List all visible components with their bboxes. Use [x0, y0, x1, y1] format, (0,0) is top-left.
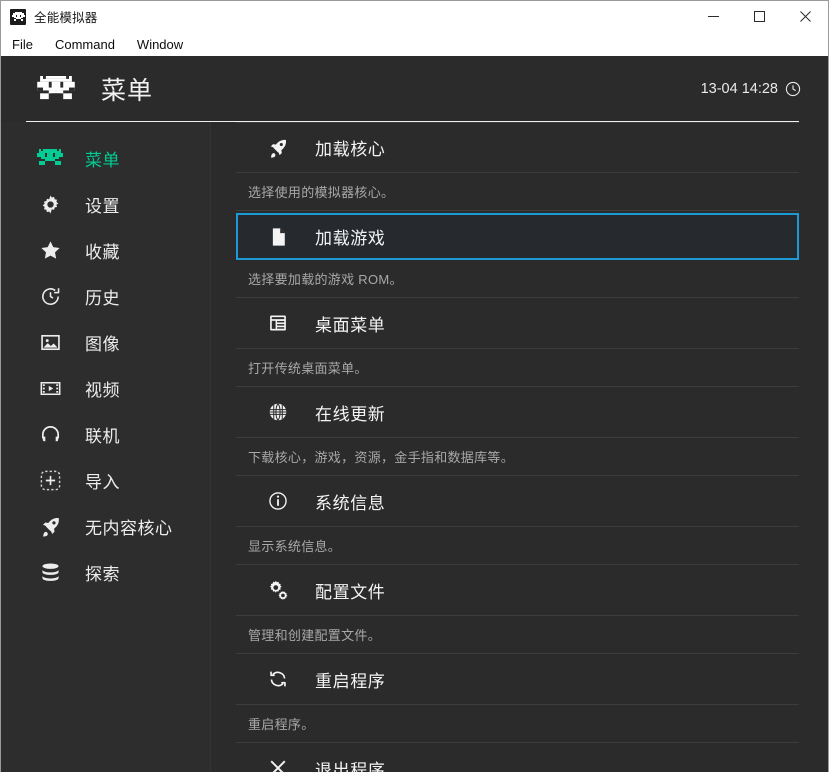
retroarch-ui: 菜单 13-04 14:28 菜单 设置 收藏 历史 图像 视频 联机 导入 无… — [1, 56, 828, 772]
sidebar-item-label: 历史 — [85, 288, 120, 308]
image-icon — [37, 329, 63, 355]
sidebar-item-label: 无内容核心 — [85, 518, 173, 538]
menu-command[interactable]: Command — [53, 36, 117, 53]
invader-icon — [10, 8, 26, 25]
sidebar-item-label: 收藏 — [85, 242, 120, 262]
window-title: 全能模拟器 — [34, 11, 98, 25]
page-title: 菜单 — [101, 77, 154, 105]
globe-icon — [266, 400, 290, 424]
entry-description: 选择要加载的游戏 ROM。 — [236, 260, 799, 298]
entry-description: 重启程序。 — [236, 705, 799, 743]
file-icon — [266, 225, 290, 249]
gears-icon — [266, 578, 290, 602]
sidebar-item-label: 联机 — [85, 426, 120, 446]
headset-icon — [37, 421, 63, 447]
menu-entry-list: 加载核心 选择使用的模拟器核心。 加载游戏 选择要加载的游戏 ROM。 桌面菜单… — [211, 122, 828, 772]
sidebar-item-netplay[interactable]: 联机 — [1, 411, 211, 457]
entry-description: 管理和创建配置文件。 — [236, 616, 799, 654]
entry-configurations[interactable]: 配置文件 — [236, 565, 799, 616]
close-button[interactable] — [782, 1, 828, 32]
title-bar: 全能模拟器 — [1, 1, 828, 32]
menu-file[interactable]: File — [10, 36, 35, 53]
header-datetime: 13-04 14:28 — [701, 81, 801, 97]
entry-load-core[interactable]: 加载核心 — [236, 122, 799, 173]
entry-desktop-menu[interactable]: 桌面菜单 — [236, 298, 799, 349]
database-icon — [37, 559, 63, 585]
list-icon — [266, 311, 290, 335]
gear-icon — [37, 191, 63, 217]
entry-restart[interactable]: 重启程序 — [236, 654, 799, 705]
sidebar-item-label: 菜单 — [85, 150, 120, 170]
add-dashed-icon — [37, 467, 63, 493]
sidebar-item-menu[interactable]: 菜单 — [1, 135, 211, 181]
window-controls — [690, 1, 828, 32]
minimize-button[interactable] — [690, 1, 736, 32]
sidebar-item-contentless-cores[interactable]: 无内容核心 — [1, 503, 211, 549]
entry-description: 选择使用的模拟器核心。 — [236, 173, 799, 211]
menu-window[interactable]: Window — [135, 36, 185, 53]
sidebar-item-label: 图像 — [85, 334, 120, 354]
maximize-button[interactable] — [736, 1, 782, 32]
sidebar-item-favorites[interactable]: 收藏 — [1, 227, 211, 273]
entry-label: 配置文件 — [315, 582, 386, 602]
entry-quit[interactable]: 退出程序 — [236, 743, 799, 772]
video-icon — [37, 375, 63, 401]
entry-load-content[interactable]: 加载游戏 — [236, 213, 799, 260]
menu-bar: File Command Window — [1, 32, 828, 56]
sidebar: 菜单 设置 收藏 历史 图像 视频 联机 导入 无内容核心 探索 — [1, 122, 211, 772]
rocket-icon — [266, 136, 290, 160]
info-icon — [266, 489, 290, 513]
datetime-label: 13-04 14:28 — [700, 81, 778, 97]
sidebar-item-images[interactable]: 图像 — [1, 319, 211, 365]
sidebar-item-settings[interactable]: 设置 — [1, 181, 211, 227]
rocket-icon — [37, 513, 63, 539]
ui-header: 菜单 13-04 14:28 — [1, 56, 828, 122]
star-icon — [37, 237, 63, 263]
entry-description: 打开传统桌面菜单。 — [236, 349, 799, 387]
entry-label: 加载核心 — [315, 140, 386, 159]
title-bar-left: 全能模拟器 — [1, 7, 98, 26]
entry-label: 桌面菜单 — [315, 315, 386, 335]
entry-online-updater[interactable]: 在线更新 — [236, 387, 799, 438]
application-window: 全能模拟器 File Command Window 菜单 13-04 14:28… — [0, 0, 829, 772]
sidebar-item-explore[interactable]: 探索 — [1, 549, 211, 595]
close-x-icon — [266, 756, 290, 772]
entry-description: 下载核心，游戏，资源，金手指和数据库等。 — [236, 438, 799, 476]
entry-label: 系统信息 — [315, 493, 386, 513]
invader-icon — [37, 76, 75, 102]
entry-label: 退出程序 — [315, 760, 386, 772]
ui-body: 菜单 设置 收藏 历史 图像 视频 联机 导入 无内容核心 探索 加载核心 选择… — [1, 122, 828, 772]
sidebar-item-label: 探索 — [85, 564, 120, 584]
sidebar-item-label: 设置 — [85, 196, 120, 216]
sidebar-item-import[interactable]: 导入 — [1, 457, 211, 503]
sidebar-item-history[interactable]: 历史 — [1, 273, 211, 319]
sidebar-item-video[interactable]: 视频 — [1, 365, 211, 411]
entry-description: 显示系统信息。 — [236, 527, 799, 565]
clock-icon — [785, 81, 801, 97]
invader-icon — [37, 145, 63, 171]
entry-label: 重启程序 — [315, 671, 386, 691]
sidebar-item-label: 导入 — [85, 472, 120, 492]
refresh-icon — [266, 667, 290, 691]
entry-information[interactable]: 系统信息 — [236, 476, 799, 527]
entry-label: 在线更新 — [315, 404, 386, 424]
sidebar-item-label: 视频 — [85, 380, 120, 400]
entry-label: 加载游戏 — [315, 229, 386, 248]
history-icon — [37, 283, 63, 309]
